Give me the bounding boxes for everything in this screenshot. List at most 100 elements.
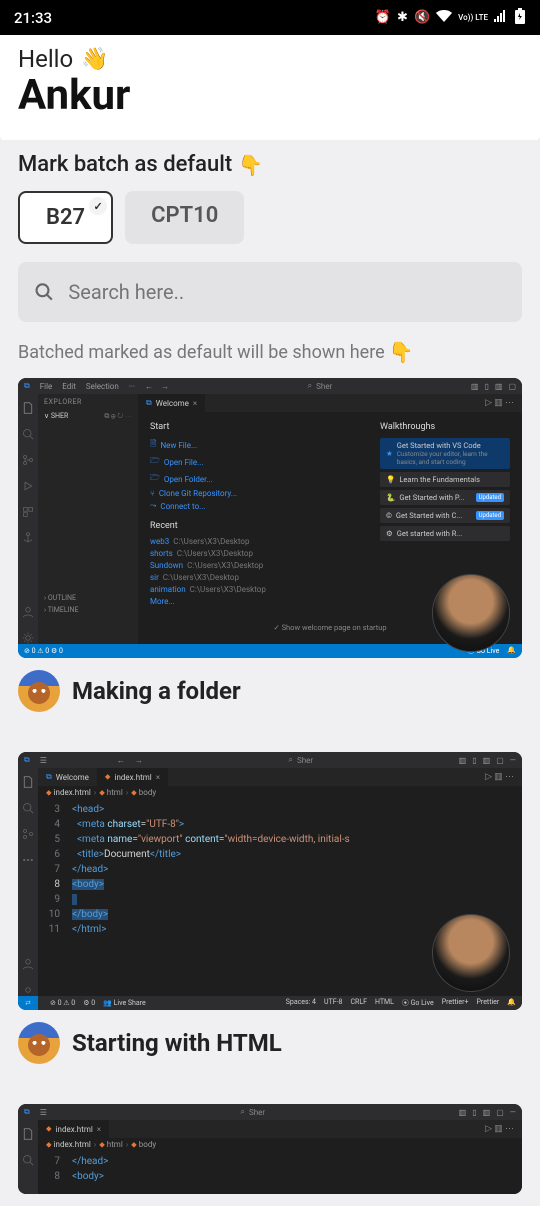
explorer-title: EXPLORER [44, 398, 132, 406]
debug-icon [22, 480, 34, 492]
menu-selection: Selection [86, 382, 119, 391]
vsc-activitybar [18, 394, 38, 644]
new-file-link: 🗎New File... [150, 438, 360, 452]
tab-index-html: ⬥ index.html × [97, 768, 168, 786]
search-icon: ⌕ [240, 1107, 244, 1117]
recent-heading: Recent [150, 521, 360, 531]
walkthrough-item: ★Get Started with VS CodeCustomize your … [380, 438, 510, 469]
project-name: SHER [51, 412, 68, 420]
open-file-link: 🗁Open File... [150, 455, 360, 469]
arrow-right-icon: → [135, 756, 143, 765]
search-icon: ⌕ [308, 381, 312, 391]
tab-index-html: ⬥ index.html × [38, 1120, 109, 1138]
vsc-sidebar: EXPLORER ∨ SHER ⧉ ⊕ ↻ ⋯ › OUTLINE › TIME… [38, 394, 138, 644]
code-editor: 7</head>8<body> [38, 1152, 522, 1186]
check-badge-icon: ✓ [89, 197, 107, 215]
vsc-editor: ⬥ index.html × ▷ ▥ ⋯ ⬥ index.html›⬥ html… [38, 1120, 522, 1194]
anchor-icon [22, 532, 34, 544]
video-thumbnail-3[interactable]: ⧉ ☰ ⌕ Sher ▥▯▥▢— ⬥ index.html × ▷ ▥ ⋯ ⬥ … [18, 1104, 522, 1194]
layout-icon: ▢ [496, 1108, 504, 1117]
source-control-icon [22, 828, 34, 840]
extensions-icon [22, 506, 34, 518]
code-editor: 3<head>4 <meta charset="UTF-8">5 <meta n… [38, 800, 522, 939]
more-icon [22, 854, 34, 866]
gear-icon [22, 632, 34, 644]
search-input[interactable] [68, 280, 506, 304]
lesson-title: Starting with HTML [72, 1029, 282, 1057]
username: Ankur [18, 71, 522, 120]
source-control-icon [22, 454, 34, 466]
recent-item: SundownC:\Users\X3\Desktop [150, 561, 360, 570]
search-box[interactable] [18, 262, 522, 322]
video-thumbnail-2[interactable]: ⧉ ☰ ← → ⌕ Sher ▥▯▥▢— [18, 752, 522, 1010]
layout-icon: ▥ [483, 1108, 491, 1117]
layout-icon: ▥ [483, 756, 491, 765]
arrow-right-icon: → [161, 382, 169, 391]
more-link: More... [150, 597, 360, 606]
menu-icon: ☰ [40, 756, 47, 765]
vsc-logo-icon: ⧉ [24, 1107, 30, 1117]
vsc-statusbar: ⮂ ⊘ 0 ⚠ 0 ⚙ 0 👥 Live Share Spaces: 4 UTF… [18, 996, 522, 1010]
phone-status-bar: 21:33 ⏰ ✱ 🔇 Vo)) LTE [0, 0, 540, 35]
greeting-row: Hello 👋 [18, 45, 522, 73]
header-card: Hello 👋 Ankur [0, 35, 540, 140]
menu-edit: Edit [62, 382, 76, 391]
batch-chip-b27[interactable]: B27 ✓ [18, 191, 113, 244]
wifi-icon [436, 10, 452, 26]
layout-icon: ▢ [508, 382, 516, 391]
titlebar-search: Sher [297, 756, 313, 765]
titlebar-search: Sher [316, 382, 332, 391]
batch-chip-label: B27 [46, 205, 85, 230]
lesson-title-row: Making a folder [18, 670, 522, 712]
batch-label-text: Mark batch as default [18, 152, 232, 177]
batch-chip-cpt10[interactable]: CPT10 [125, 191, 244, 244]
vsc-titlebar: ⧉ ☰ ← → ⌕ Sher ▥▯▥▢— [18, 752, 522, 768]
search-icon [22, 1154, 34, 1166]
timeline-label: TIMELINE [48, 606, 79, 614]
search-icon: ⌕ [288, 755, 292, 765]
open-folder-link: 🗁Open Folder... [150, 472, 360, 486]
arrow-left-icon: ← [117, 756, 125, 765]
menu-file: File [40, 382, 53, 391]
tab-welcome: ⧉ Welcome × [138, 394, 205, 412]
files-icon [22, 776, 34, 788]
layout-icon: ▯ [472, 1108, 476, 1117]
video-thumbnail-1[interactable]: ⧉ File Edit Selection ··· ← → ⌕ Sher ▥ ▯… [18, 378, 522, 658]
tab-welcome: ⧉ Welcome [38, 768, 97, 786]
layout-icon: ▥ [471, 382, 479, 391]
recent-item: shortsC:\Users\X3\Desktop [150, 549, 360, 558]
lesson-card-2[interactable]: ⧉ ☰ ← → ⌕ Sher ▥▯▥▢— [18, 752, 522, 1064]
batch-section-label: Mark batch as default 👇 [18, 152, 522, 177]
breadcrumb: ⬥ index.html›⬥ html›⬥ body [38, 786, 522, 800]
instructor-avatar [432, 574, 510, 652]
default-hint: Batched marked as default will be shown … [18, 340, 522, 364]
hint-text: Batched marked as default will be shown … [18, 342, 385, 363]
signal-icon [494, 10, 508, 26]
lesson-title: Making a folder [72, 677, 241, 705]
account-icon [22, 958, 34, 970]
point-down-emoji: 👇 [389, 340, 414, 364]
vsc-logo-icon: ⧉ [24, 381, 30, 391]
menu-more: ··· [129, 382, 135, 391]
lesson-title-row: Starting with HTML [18, 1022, 522, 1064]
layout-icon: ▥ [495, 382, 503, 391]
clone-repo-link: ⑂Clone Git Repository... [150, 489, 360, 498]
volte-label: Vo)) LTE [458, 14, 488, 22]
lion-icon [18, 670, 60, 712]
lesson-card-3[interactable]: ⧉ ☰ ⌕ Sher ▥▯▥▢— ⬥ index.html × ▷ ▥ ⋯ ⬥ … [18, 1104, 522, 1194]
layout-icon: ▢ [496, 756, 504, 765]
instructor-avatar [432, 914, 510, 992]
walkthrough-item: 💡Learn the Fundamentals [380, 472, 510, 487]
layout-icon: ▯ [484, 382, 488, 391]
status-icons: ⏰ ✱ 🔇 Vo)) LTE [375, 8, 526, 28]
greeting-text: Hello [18, 45, 73, 73]
recent-item: web3C:\Users\X3\Desktop [150, 537, 360, 546]
connect-link: ⤳Connect to... [150, 501, 360, 511]
vsc-logo-icon: ⧉ [24, 755, 30, 765]
point-down-emoji: 👇 [238, 153, 263, 177]
walkthrough-item: ⚙Get started with R... [380, 526, 510, 541]
gear-icon [22, 984, 34, 996]
vsc-titlebar: ⧉ File Edit Selection ··· ← → ⌕ Sher ▥ ▯… [18, 378, 522, 394]
titlebar-search: Sher [249, 1108, 265, 1117]
lesson-card-1[interactable]: ⧉ File Edit Selection ··· ← → ⌕ Sher ▥ ▯… [18, 378, 522, 712]
